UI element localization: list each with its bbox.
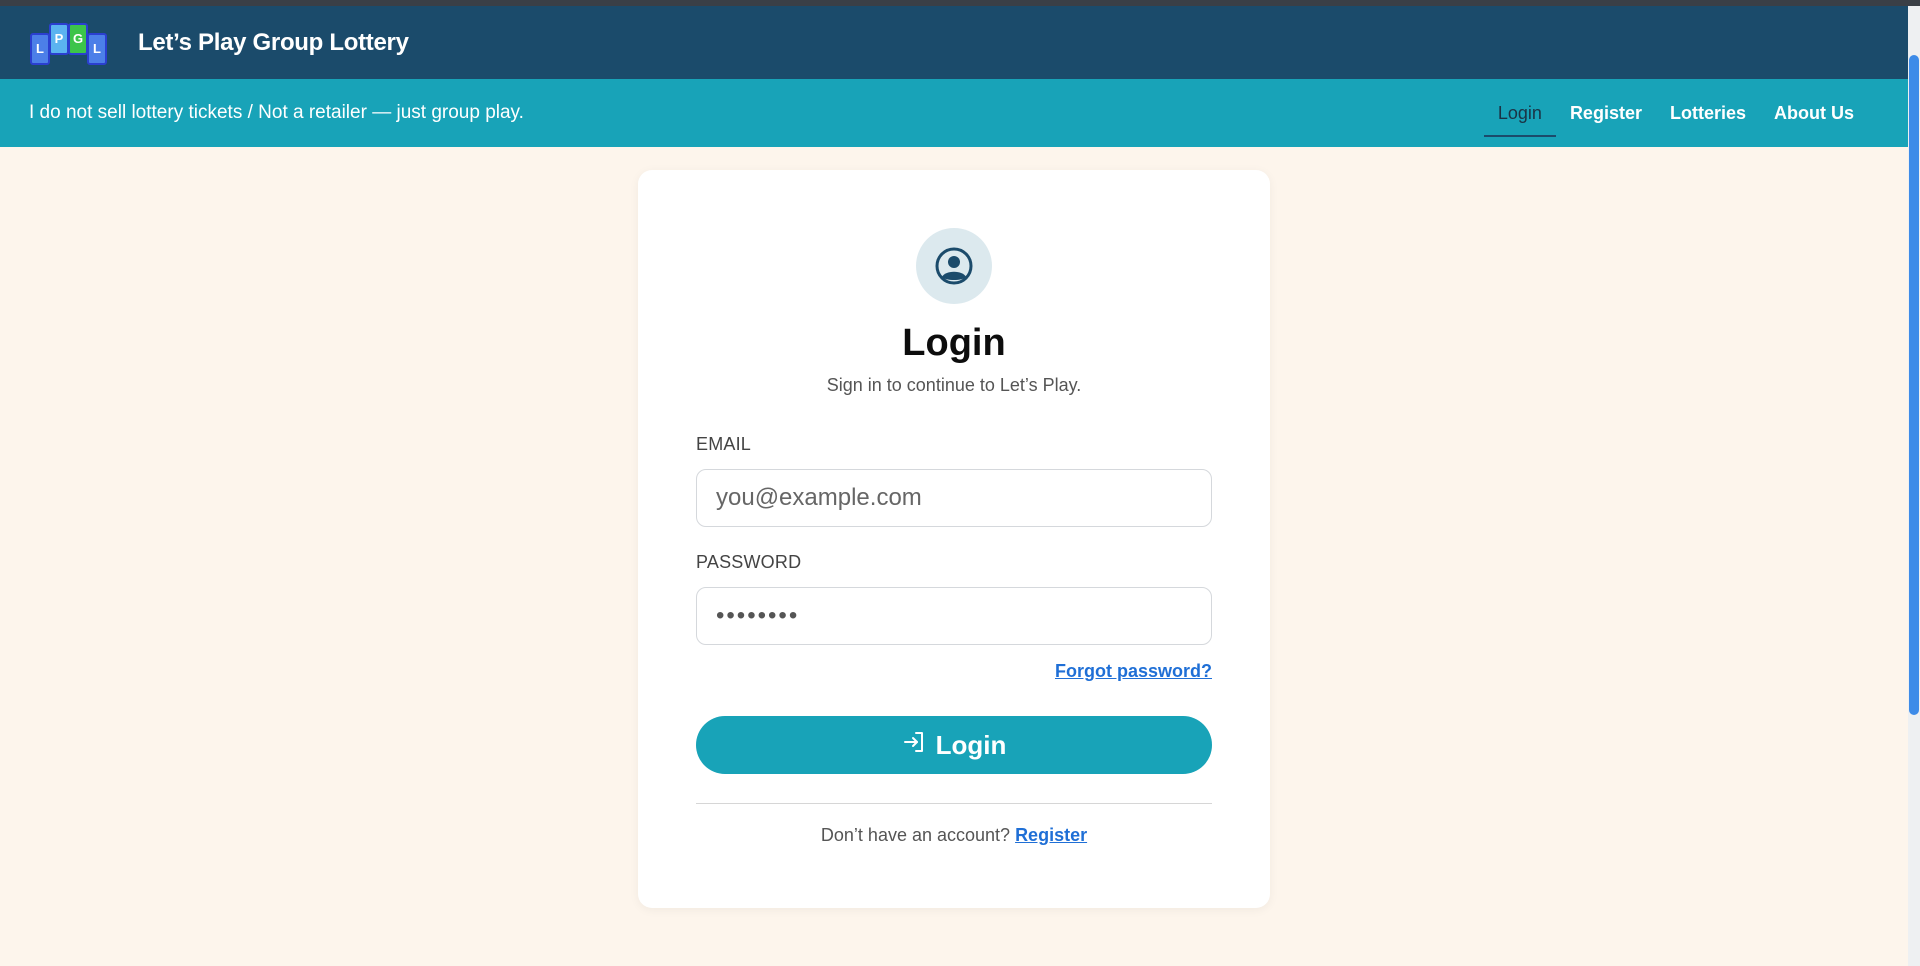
login-subtitle: Sign in to continue to Let’s Play. — [826, 375, 1082, 395]
password-field[interactable] — [696, 587, 1212, 645]
site-header: L P G L Let’s Play Group Lottery — [0, 6, 1908, 79]
login-card: Login Sign in to continue to Let’s Play.… — [638, 170, 1270, 908]
register-link[interactable]: Register — [1015, 825, 1087, 845]
login-button-label: Login — [935, 729, 1007, 760]
tagline: I do not sell lottery tickets / Not a re… — [29, 102, 524, 123]
sign-in-icon — [902, 730, 926, 761]
logo-tile: P — [49, 22, 69, 55]
forgot-password-link[interactable]: Forgot password? — [1055, 661, 1212, 682]
user-circle-icon — [916, 228, 992, 304]
main-nav: Login Register Lotteries About Us — [1483, 79, 1868, 147]
logo-tile: L — [87, 32, 107, 65]
nav-lotteries[interactable]: Lotteries — [1656, 79, 1760, 147]
sub-navigation-bar: I do not sell lottery tickets / Not a re… — [0, 79, 1908, 147]
nav-register[interactable]: Register — [1556, 79, 1656, 147]
brand-title[interactable]: Let’s Play Group Lottery — [138, 29, 409, 57]
login-button[interactable]: Login — [696, 716, 1212, 774]
page-scrollbar-thumb[interactable] — [1909, 55, 1919, 715]
nav-login[interactable]: Login — [1483, 79, 1556, 147]
email-field[interactable] — [696, 469, 1212, 527]
nav-about-us[interactable]: About Us — [1760, 79, 1868, 147]
email-label: EMAIL — [696, 434, 752, 454]
register-prompt-text: Don’t have an account? — [820, 825, 1011, 845]
site-logo[interactable]: L P G L — [30, 17, 114, 69]
logo-tile: L — [30, 32, 50, 65]
register-prompt: Don’t have an account? Register — [638, 825, 1270, 846]
divider — [696, 803, 1212, 804]
login-title: Login — [902, 322, 1006, 364]
logo-tile: G — [68, 22, 88, 55]
password-label: PASSWORD — [696, 552, 802, 572]
